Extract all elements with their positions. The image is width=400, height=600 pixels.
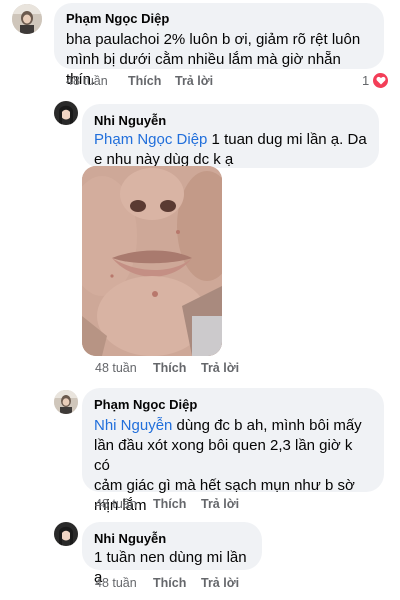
reply-button[interactable]: Trả lời [175,73,213,89]
comment-text: 1 tuan dug mi lần ạ. Da [207,131,367,148]
comment-actions: 48 tuần Thích Trả lời [95,496,239,512]
comment-timestamp[interactable]: 48 tuần [66,73,128,89]
comment-text-line: bha paulachoi 2% luôn b ơi, giảm rõ rệt … [66,31,361,48]
like-button[interactable]: Thích [153,496,201,512]
mention-link[interactable]: Nhi Nguyễn [94,417,172,434]
reaction-summary[interactable]: 1 [362,72,390,89]
avatar-nhi-nguyen[interactable] [54,522,78,546]
comment-text-line: Nhi Nguyễn dùng đc b ah, mình bôi mấy [94,416,372,436]
avatar-image [54,522,78,546]
avatar-image [54,390,78,414]
reaction-count: 1 [362,73,370,88]
avatar-image [12,4,42,34]
like-button[interactable]: Thích [153,575,201,591]
like-button[interactable]: Thích [153,360,201,376]
comment-text-line: cảm giác gì mà hết sạch mụn như b sờ [94,477,355,494]
comment-timestamp[interactable]: 48 tuần [95,496,153,512]
comment-bubble: Nhi Nguyễn Phạm Ngọc Diệp 1 tuan dug mi … [82,104,379,168]
comment-author[interactable]: Nhi Nguyễn [94,112,367,129]
comment-author[interactable]: Phạm Ngọc Diệp [66,10,372,27]
comment-actions: 48 tuần Thích Trả lời [95,360,239,376]
comment-actions: 48 tuần Thích Trả lời [66,73,213,89]
avatar-image [54,101,78,125]
avatar-pham-ngoc-diep[interactable] [54,390,78,414]
comment-bubble: Phạm Ngọc Diệp bha paulachoi 2% luôn b ơ… [54,3,384,88]
face-photo-image [82,166,222,356]
comment-author[interactable]: Phạm Ngọc Diệp [94,396,372,413]
comment-actions: 48 tuần Thích Trả lời [95,575,239,591]
reply-button[interactable]: Trả lời [201,575,239,591]
comment-text: dùng đc b ah, mình bôi mấy [172,417,362,434]
avatar-pham-ngoc-diep[interactable] [12,4,42,34]
comment-bubble: Phạm Ngọc Diệp Nhi Nguyễn dùng đc b ah, … [82,388,384,514]
like-button[interactable]: Thích [128,73,175,89]
comment-text-line: Phạm Ngọc Diệp 1 tuan dug mi lần ạ. Da [94,130,367,150]
comment-thread: Phạm Ngọc Diệp bha paulachoi 2% luôn b ơ… [0,0,400,600]
comment-photo[interactable] [82,166,222,356]
reply-button[interactable]: Trả lời [201,496,239,512]
heart-icon [372,72,390,89]
comment-text-line: lần đầu xót xong bôi quen 2,3 lần giờ k … [94,437,353,474]
reply-button[interactable]: Trả lời [201,360,239,376]
comment-timestamp[interactable]: 48 tuần [95,575,153,591]
comment-timestamp[interactable]: 48 tuần [95,360,153,376]
mention-link[interactable]: Phạm Ngọc Diệp [94,131,207,148]
comment-author[interactable]: Nhi Nguyễn [94,530,250,547]
comment-bubble: Nhi Nguyễn 1 tuần nen dùng mi lần ạ [82,522,262,586]
avatar-nhi-nguyen[interactable] [54,101,78,125]
